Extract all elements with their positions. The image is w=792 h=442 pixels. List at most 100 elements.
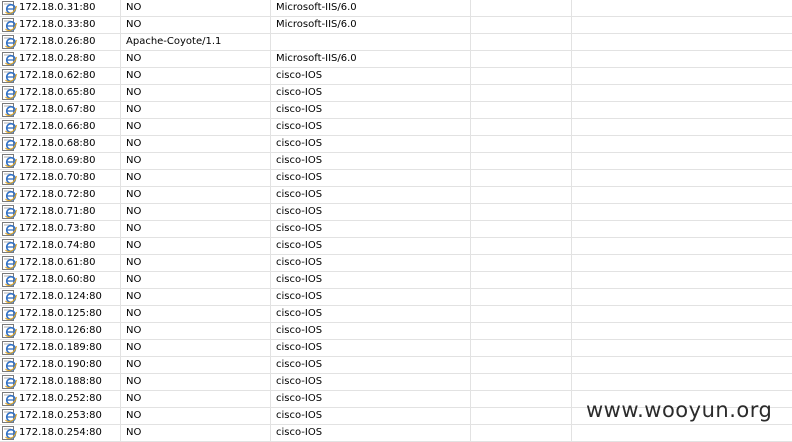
status-cell[interactable]: NO — [121, 204, 271, 220]
list-row[interactable]: 172.18.0.72:80 NO cisco-IOS — [0, 187, 792, 204]
server-cell[interactable]: cisco-IOS — [271, 272, 471, 288]
host-cell[interactable]: 172.18.0.62:80 — [0, 68, 121, 84]
status-cell[interactable]: NO — [121, 17, 271, 33]
server-cell[interactable]: cisco-IOS — [271, 221, 471, 237]
empty-cell[interactable] — [471, 357, 572, 373]
list-row[interactable]: 172.18.0.26:80 Apache-Coyote/1.1 — [0, 34, 792, 51]
list-row[interactable]: 172.18.0.62:80 NO cisco-IOS — [0, 68, 792, 85]
server-cell[interactable]: Microsoft-IIS/6.0 — [271, 51, 471, 67]
empty-cell[interactable] — [572, 0, 792, 16]
empty-cell[interactable] — [471, 187, 572, 203]
host-cell[interactable]: 172.18.0.125:80 — [0, 306, 121, 322]
server-cell[interactable]: cisco-IOS — [271, 306, 471, 322]
host-cell[interactable]: 172.18.0.60:80 — [0, 272, 121, 288]
status-cell[interactable]: NO — [121, 170, 271, 186]
host-cell[interactable]: 172.18.0.65:80 — [0, 85, 121, 101]
server-cell[interactable]: cisco-IOS — [271, 289, 471, 305]
server-cell[interactable]: cisco-IOS — [271, 391, 471, 407]
list-row[interactable]: 172.18.0.68:80 NO cisco-IOS — [0, 136, 792, 153]
empty-cell[interactable] — [471, 374, 572, 390]
server-cell[interactable]: cisco-IOS — [271, 204, 471, 220]
empty-cell[interactable] — [471, 221, 572, 237]
list-row[interactable]: 172.18.0.70:80 NO cisco-IOS — [0, 170, 792, 187]
empty-cell[interactable] — [471, 391, 572, 407]
list-row[interactable]: 172.18.0.60:80 NO cisco-IOS — [0, 272, 792, 289]
status-cell[interactable]: NO — [121, 289, 271, 305]
empty-cell[interactable] — [572, 187, 792, 203]
list-row[interactable]: 172.18.0.31:80 NO Microsoft-IIS/6.0 — [0, 0, 792, 17]
server-cell[interactable]: cisco-IOS — [271, 357, 471, 373]
status-cell[interactable]: NO — [121, 221, 271, 237]
empty-cell[interactable] — [572, 357, 792, 373]
empty-cell[interactable] — [572, 221, 792, 237]
empty-cell[interactable] — [572, 34, 792, 50]
status-cell[interactable]: NO — [121, 425, 271, 441]
server-cell[interactable]: Microsoft-IIS/6.0 — [271, 17, 471, 33]
server-cell[interactable]: cisco-IOS — [271, 85, 471, 101]
host-cell[interactable]: 172.18.0.67:80 — [0, 102, 121, 118]
empty-cell[interactable] — [572, 119, 792, 135]
empty-cell[interactable] — [471, 102, 572, 118]
server-cell[interactable]: cisco-IOS — [271, 187, 471, 203]
list-row[interactable]: 172.18.0.254:80 NO cisco-IOS — [0, 425, 792, 442]
server-cell[interactable]: cisco-IOS — [271, 425, 471, 441]
server-cell[interactable]: cisco-IOS — [271, 136, 471, 152]
empty-cell[interactable] — [572, 51, 792, 67]
list-row[interactable]: 172.18.0.124:80 NO cisco-IOS — [0, 289, 792, 306]
host-cell[interactable]: 172.18.0.126:80 — [0, 323, 121, 339]
host-cell[interactable]: 172.18.0.74:80 — [0, 238, 121, 254]
empty-cell[interactable] — [471, 85, 572, 101]
server-cell[interactable]: Microsoft-IIS/6.0 — [271, 0, 471, 16]
host-cell[interactable]: 172.18.0.73:80 — [0, 221, 121, 237]
status-cell[interactable]: NO — [121, 340, 271, 356]
list-row[interactable]: 172.18.0.65:80 NO cisco-IOS — [0, 85, 792, 102]
server-cell[interactable]: cisco-IOS — [271, 340, 471, 356]
server-cell[interactable]: cisco-IOS — [271, 238, 471, 254]
empty-cell[interactable] — [572, 255, 792, 271]
host-cell[interactable]: 172.18.0.124:80 — [0, 289, 121, 305]
status-cell[interactable]: NO — [121, 85, 271, 101]
empty-cell[interactable] — [471, 170, 572, 186]
empty-cell[interactable] — [572, 238, 792, 254]
host-cell[interactable]: 172.18.0.28:80 — [0, 51, 121, 67]
status-cell[interactable]: NO — [121, 51, 271, 67]
empty-cell[interactable] — [471, 255, 572, 271]
empty-cell[interactable] — [572, 153, 792, 169]
empty-cell[interactable] — [572, 170, 792, 186]
status-cell[interactable]: NO — [121, 272, 271, 288]
empty-cell[interactable] — [572, 204, 792, 220]
empty-cell[interactable] — [471, 408, 572, 424]
empty-cell[interactable] — [572, 289, 792, 305]
server-cell[interactable]: cisco-IOS — [271, 119, 471, 135]
host-cell[interactable]: 172.18.0.33:80 — [0, 17, 121, 33]
list-row[interactable]: 172.18.0.188:80 NO cisco-IOS — [0, 374, 792, 391]
server-cell[interactable]: cisco-IOS — [271, 374, 471, 390]
empty-cell[interactable] — [471, 51, 572, 67]
empty-cell[interactable] — [471, 17, 572, 33]
host-cell[interactable]: 172.18.0.252:80 — [0, 391, 121, 407]
host-cell[interactable]: 172.18.0.70:80 — [0, 170, 121, 186]
host-cell[interactable]: 172.18.0.71:80 — [0, 204, 121, 220]
status-cell[interactable]: NO — [121, 357, 271, 373]
empty-cell[interactable] — [471, 204, 572, 220]
host-cell[interactable]: 172.18.0.189:80 — [0, 340, 121, 356]
status-cell[interactable]: NO — [121, 408, 271, 424]
empty-cell[interactable] — [471, 272, 572, 288]
server-cell[interactable]: cisco-IOS — [271, 255, 471, 271]
empty-cell[interactable] — [572, 340, 792, 356]
empty-cell[interactable] — [572, 306, 792, 322]
list-row[interactable]: 172.18.0.61:80 NO cisco-IOS — [0, 255, 792, 272]
host-cell[interactable]: 172.18.0.72:80 — [0, 187, 121, 203]
empty-cell[interactable] — [471, 238, 572, 254]
status-cell[interactable]: NO — [121, 187, 271, 203]
empty-cell[interactable] — [572, 272, 792, 288]
status-cell[interactable]: NO — [121, 391, 271, 407]
status-cell[interactable]: NO — [121, 255, 271, 271]
status-cell[interactable]: NO — [121, 153, 271, 169]
empty-cell[interactable] — [572, 323, 792, 339]
empty-cell[interactable] — [572, 102, 792, 118]
list-row[interactable]: 172.18.0.33:80 NO Microsoft-IIS/6.0 — [0, 17, 792, 34]
empty-cell[interactable] — [572, 68, 792, 84]
status-cell[interactable]: NO — [121, 102, 271, 118]
empty-cell[interactable] — [471, 340, 572, 356]
